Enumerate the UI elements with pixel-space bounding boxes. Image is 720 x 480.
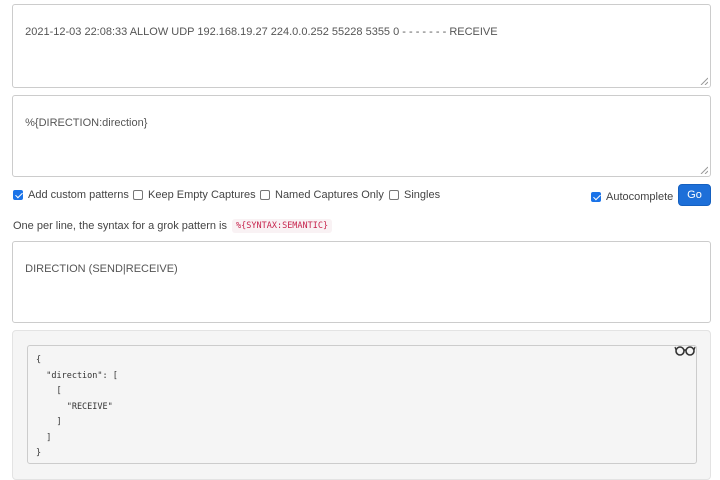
autocomplete-option[interactable]: Autocomplete — [591, 191, 673, 203]
syntax-example: %{SYNTAX:SEMANTIC} — [232, 219, 333, 233]
autocomplete-checkbox[interactable] — [591, 192, 601, 202]
sample-input-text: 2021-12-03 22:08:33 ALLOW UDP 192.168.19… — [25, 26, 498, 38]
resize-grip-icon[interactable] — [700, 77, 708, 85]
named-captures-only-label: Named Captures Only — [275, 189, 384, 201]
add-custom-patterns-label: Add custom patterns — [28, 189, 129, 201]
pattern-input-text: %{DIRECTION:direction} — [25, 117, 148, 129]
keep-empty-captures-checkbox[interactable] — [133, 190, 143, 200]
custom-patterns-input-text: DIRECTION (SEND|RECEIVE) — [25, 263, 178, 275]
add-custom-patterns-option[interactable]: Add custom patterns — [13, 189, 129, 201]
keep-empty-captures-option[interactable]: Keep Empty Captures — [133, 189, 256, 201]
autocomplete-label: Autocomplete — [606, 191, 674, 203]
sample-input[interactable]: 2021-12-03 22:08:33 ALLOW UDP 192.168.19… — [12, 4, 711, 88]
custom-patterns-help-text: One per line, the syntax for a grok patt… — [13, 220, 228, 232]
go-button[interactable]: Go — [678, 184, 711, 206]
keep-empty-captures-label: Keep Empty Captures — [148, 189, 256, 201]
singles-option[interactable]: Singles — [389, 189, 440, 201]
custom-patterns-help: One per line, the syntax for a grok patt… — [13, 219, 333, 233]
custom-patterns-input[interactable]: DIRECTION (SEND|RECEIVE) — [12, 241, 711, 323]
singles-checkbox[interactable] — [389, 190, 399, 200]
add-custom-patterns-checkbox[interactable] — [13, 190, 23, 200]
singles-label: Singles — [404, 189, 441, 201]
named-captures-only-checkbox[interactable] — [260, 190, 270, 200]
named-captures-only-option[interactable]: Named Captures Only — [260, 189, 384, 201]
pattern-input[interactable]: %{DIRECTION:direction} — [12, 95, 711, 177]
output-json: { "direction": [ [ "RECEIVE" ] ] } — [27, 345, 697, 464]
resize-grip-icon[interactable] — [700, 166, 708, 174]
glasses-icon[interactable] — [674, 344, 696, 356]
